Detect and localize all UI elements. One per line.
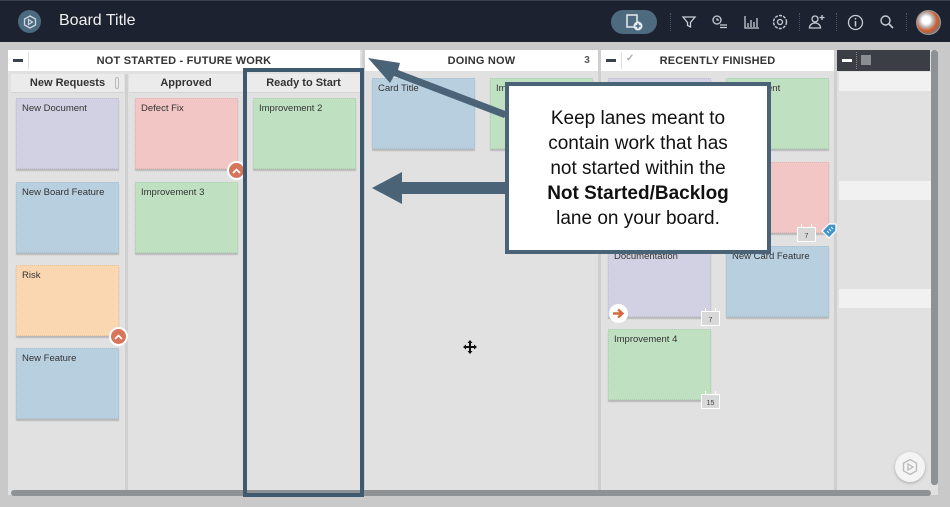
arrow-upper bbox=[368, 58, 508, 118]
callout-bold-line: Not Started/Backlog bbox=[547, 182, 729, 204]
app-logo-icon bbox=[902, 458, 918, 476]
arrow-lower bbox=[372, 172, 508, 204]
tutorial-arrows bbox=[368, 58, 508, 204]
app-launcher-button[interactable] bbox=[895, 452, 925, 482]
move-cursor-icon bbox=[463, 340, 477, 354]
callout-line: contain work that has bbox=[548, 132, 728, 154]
callout-line: Keep lanes meant to bbox=[550, 107, 726, 129]
callout-line: not started within the bbox=[550, 157, 726, 179]
callout-line: lane on your board. bbox=[556, 207, 720, 229]
tutorial-callout: Keep lanes meant to contain work that ha… bbox=[505, 82, 771, 254]
